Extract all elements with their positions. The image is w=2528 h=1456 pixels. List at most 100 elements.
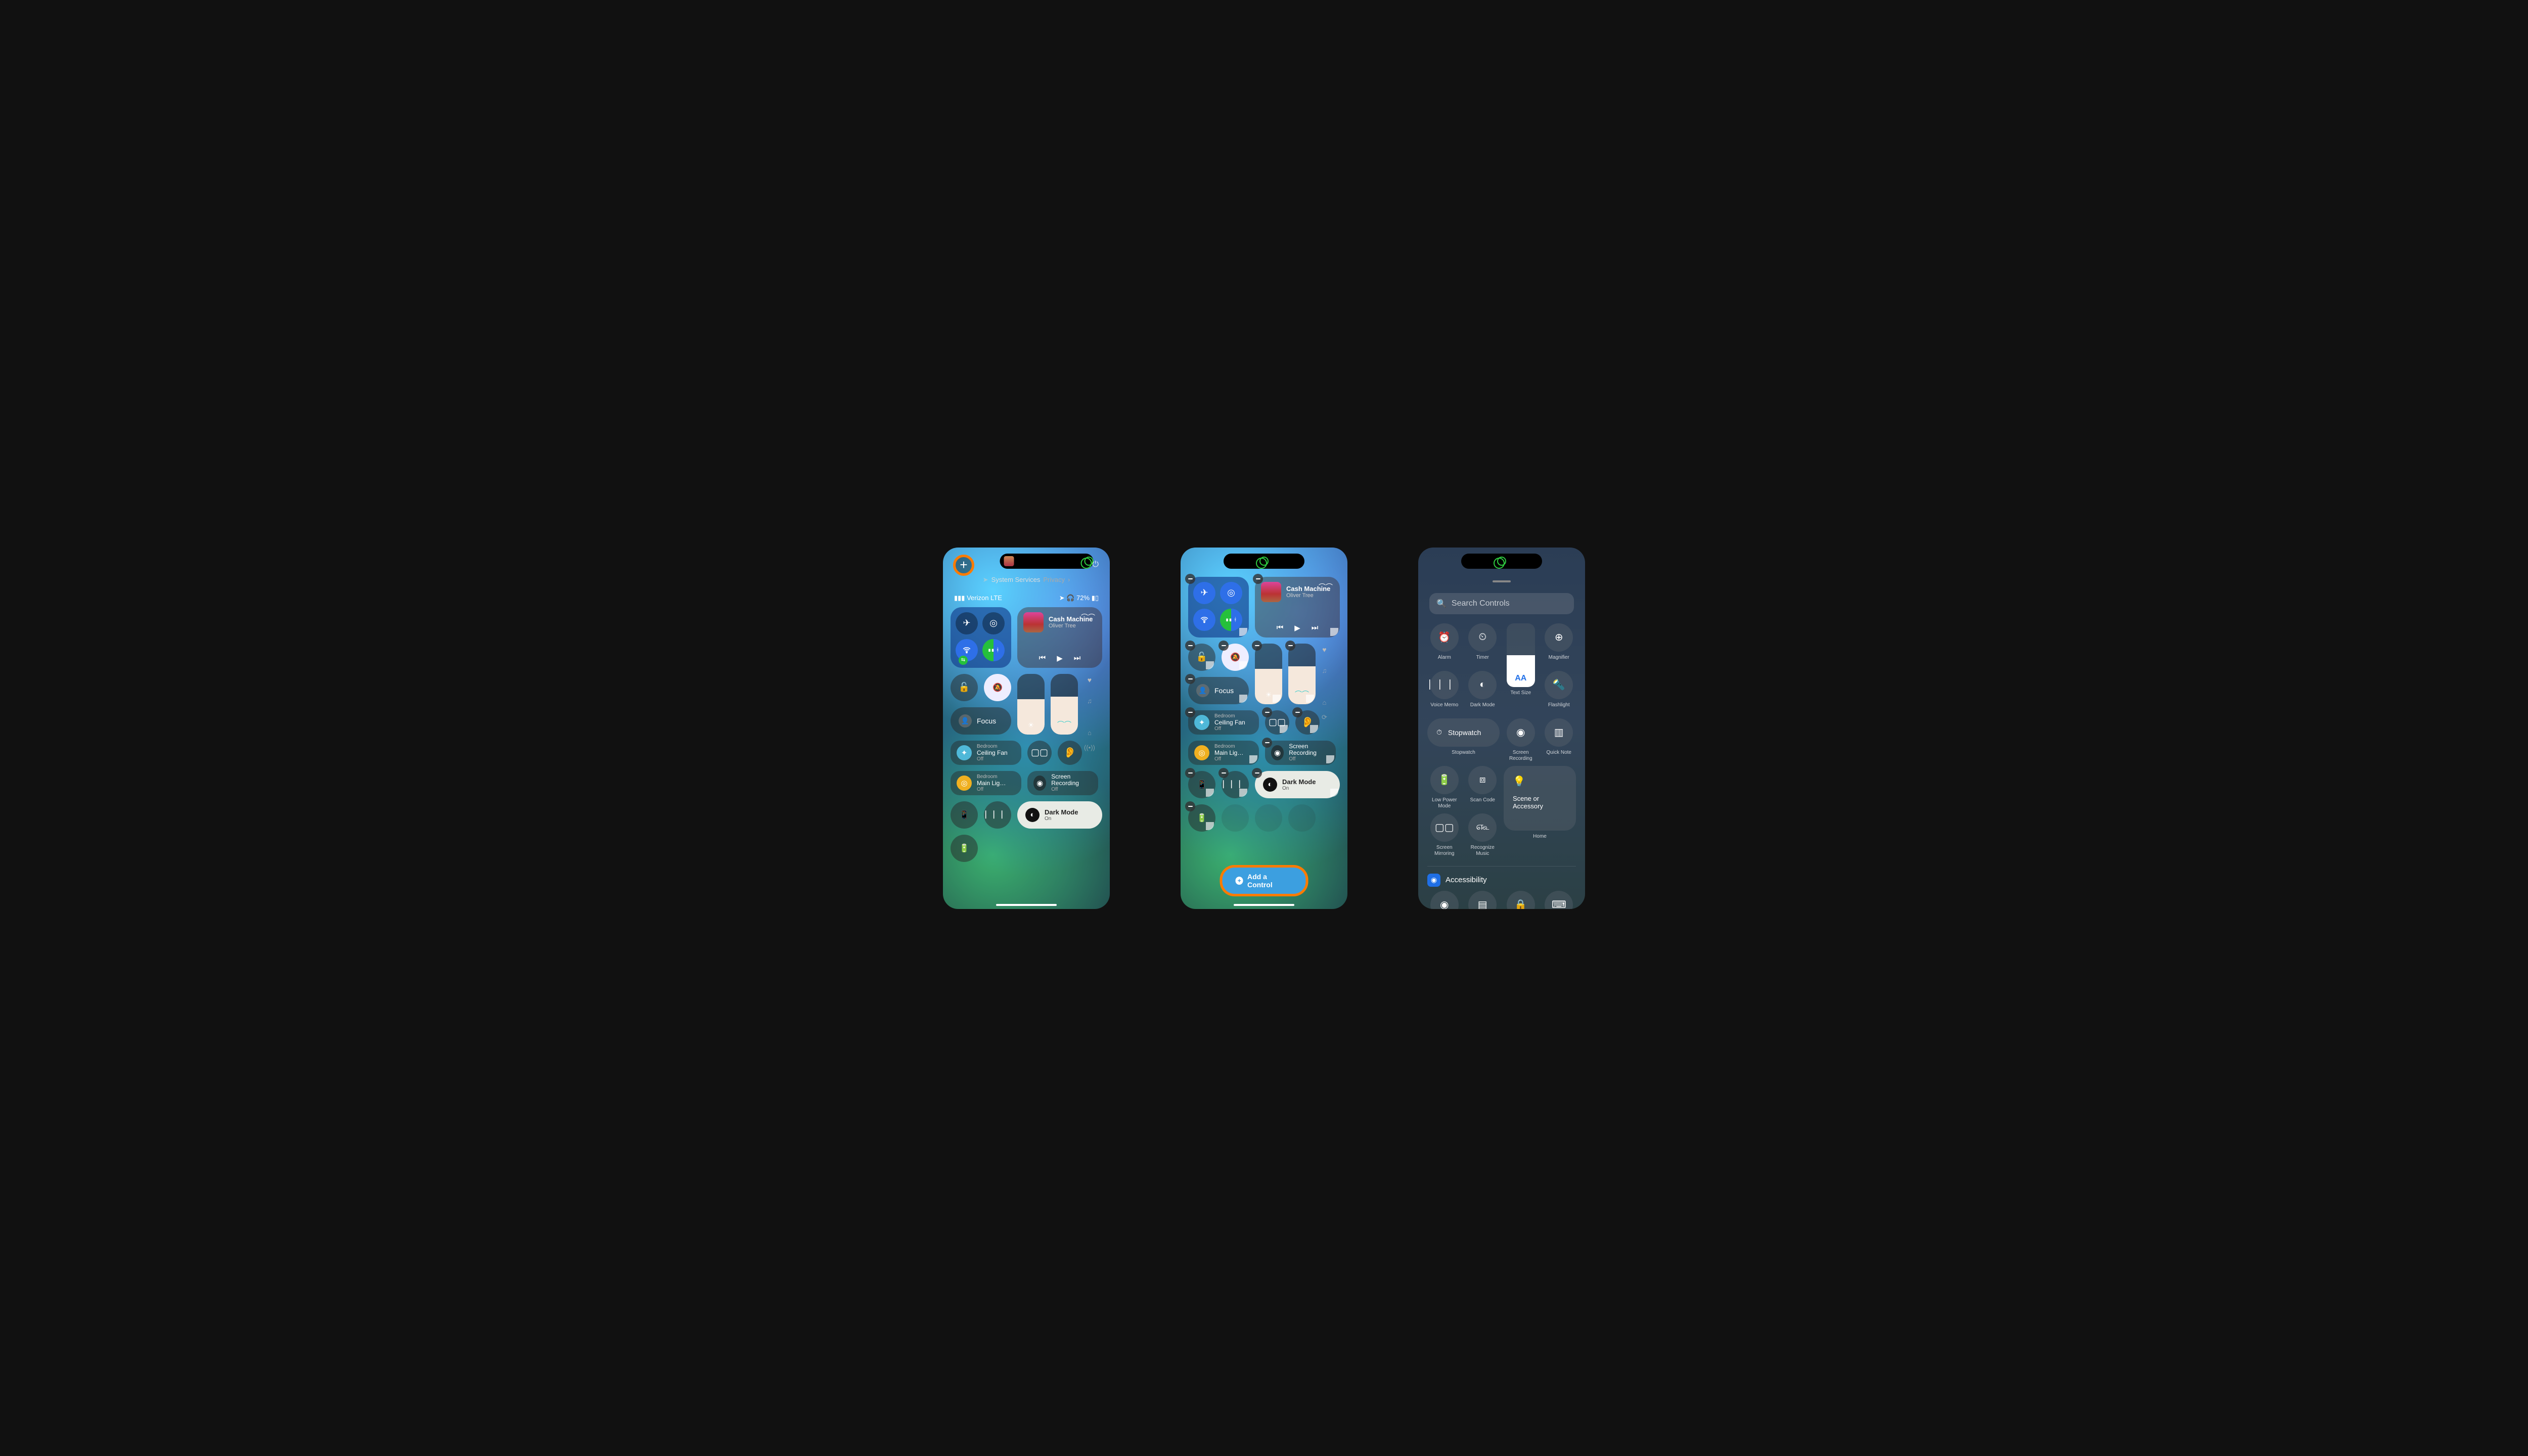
- resize-handle[interactable]: [1326, 755, 1334, 763]
- dynamic-island[interactable]: [1224, 554, 1304, 569]
- screen-mirroring-control[interactable]: ▢▢: [1430, 813, 1459, 842]
- resize-handle[interactable]: [1310, 725, 1318, 733]
- assistive-access-control[interactable]: ▤: [1468, 891, 1497, 909]
- device-label: Ceiling Fan: [977, 749, 1008, 756]
- alarm-control[interactable]: ⏰: [1430, 623, 1459, 652]
- resize-handle[interactable]: [1206, 661, 1214, 669]
- home-fan-card[interactable]: ✦ BedroomCeiling FanOff: [951, 741, 1021, 765]
- volume-slider[interactable]: ⌒⌒: [1288, 644, 1316, 704]
- accessibility-shortcuts-control[interactable]: ◉: [1430, 891, 1459, 909]
- next-track-button[interactable]: ⏭: [1074, 654, 1081, 663]
- prev-track-button[interactable]: ⏮: [1277, 623, 1284, 632]
- home-indicator[interactable]: [996, 904, 1057, 906]
- remove-lock-button[interactable]: [1185, 641, 1195, 651]
- remove-silent-button[interactable]: [1218, 641, 1229, 651]
- guided-access-control[interactable]: 🔒: [1507, 891, 1535, 909]
- remote-button[interactable]: 📱: [951, 801, 978, 829]
- screen-recording-control[interactable]: ◉: [1507, 718, 1535, 747]
- resize-handle[interactable]: [1249, 755, 1257, 763]
- magnifier-control[interactable]: ⊕: [1545, 623, 1573, 652]
- dark-mode-control[interactable]: ◐: [1468, 671, 1497, 699]
- airplane-mode-toggle[interactable]: ✈: [1193, 582, 1215, 604]
- home-fan-card[interactable]: ✦BedroomCeiling FanOff: [1188, 710, 1259, 735]
- timer-control[interactable]: ⏲: [1468, 623, 1497, 652]
- recognize-music-control[interactable]: ௷: [1468, 813, 1497, 842]
- remove-nowplaying-button[interactable]: [1253, 574, 1263, 584]
- airdrop-toggle[interactable]: ◎: [1220, 582, 1242, 604]
- dark-mode-toggle[interactable]: ◐ Dark ModeOn: [1255, 771, 1340, 798]
- text-size-control[interactable]: AA: [1507, 623, 1535, 687]
- airdrop-toggle[interactable]: ◎: [982, 612, 1005, 634]
- empty-slot[interactable]: [1255, 804, 1282, 832]
- resize-handle[interactable]: [1280, 725, 1288, 733]
- remove-lowpower-button[interactable]: [1185, 801, 1195, 811]
- live-speech-control[interactable]: ⌨: [1545, 891, 1573, 909]
- remove-home-button[interactable]: [1185, 707, 1195, 717]
- play-button[interactable]: ▶: [1057, 654, 1063, 663]
- remove-brightness-button[interactable]: [1252, 641, 1262, 651]
- dynamic-island[interactable]: [1000, 554, 1093, 569]
- power-icon[interactable]: ⏻: [1092, 560, 1099, 569]
- remove-voicememo-button[interactable]: [1218, 768, 1229, 778]
- screen-recording-button[interactable]: ◉Screen RecordingOff: [1265, 741, 1336, 765]
- focus-button[interactable]: 👤 Focus: [951, 707, 1011, 735]
- cellular-bluetooth-toggle[interactable]: ▮▮ ᚼ: [1220, 609, 1242, 631]
- scene-accessory-control[interactable]: 💡 Scene or Accessory: [1504, 766, 1576, 831]
- next-track-button[interactable]: ⏭: [1312, 623, 1319, 632]
- screen-recording-button[interactable]: ◉ Screen RecordingOff: [1027, 771, 1098, 795]
- dynamic-island[interactable]: [1461, 554, 1542, 569]
- brightness-slider[interactable]: ☀: [1017, 674, 1045, 735]
- airplane-mode-toggle[interactable]: ✈: [956, 612, 978, 634]
- dark-mode-toggle[interactable]: ◐ Dark ModeOn: [1017, 801, 1102, 829]
- flashlight-control[interactable]: 🔦: [1545, 671, 1573, 699]
- stopwatch-control[interactable]: ⏱ Stopwatch: [1427, 718, 1500, 747]
- resize-handle[interactable]: [1239, 695, 1247, 703]
- connectivity-module[interactable]: ✈ ◎ ▮▮ ᚼ ⇆: [951, 607, 1011, 668]
- resize-handle[interactable]: [1206, 789, 1214, 797]
- home-light-card[interactable]: ◎ BedroomMain Lig…Off: [951, 771, 1021, 795]
- now-playing-module[interactable]: ⌒⌒ Cash Machine Oliver Tree ⏮ ▶ ⏭: [1255, 577, 1340, 638]
- privacy-indicator[interactable]: ➤ System Services Privacy ›: [943, 576, 1110, 584]
- empty-slot[interactable]: [1288, 804, 1316, 832]
- resize-handle[interactable]: [1239, 789, 1247, 797]
- now-playing-module[interactable]: ⌒⌒ Cash Machine Oliver Tree ⏮ ▶ ⏭: [1017, 607, 1102, 668]
- resize-handle[interactable]: [1239, 628, 1247, 636]
- focus-button[interactable]: 👤 Focus: [1188, 677, 1249, 704]
- remove-volume-button[interactable]: [1285, 641, 1295, 651]
- scan-code-control[interactable]: ⧈: [1468, 766, 1497, 794]
- hearing-button[interactable]: 👂: [1058, 741, 1082, 765]
- sheet-grabber[interactable]: [1493, 580, 1511, 582]
- remove-mirror-button[interactable]: [1262, 707, 1272, 717]
- remove-screenrec-button[interactable]: [1262, 738, 1272, 748]
- home-light-card[interactable]: ◎BedroomMain Lig…Off: [1188, 741, 1259, 765]
- wifi-toggle[interactable]: [1193, 609, 1215, 631]
- volume-slider[interactable]: ⌒⌒: [1051, 674, 1078, 735]
- play-button[interactable]: ▶: [1294, 623, 1300, 632]
- add-a-control-button[interactable]: + Add a Control: [1223, 868, 1306, 894]
- resize-handle[interactable]: [1206, 822, 1214, 830]
- silent-mode-toggle[interactable]: 🔕: [984, 674, 1011, 701]
- connectivity-module[interactable]: ✈ ◎ ▮▮ ᚼ: [1188, 577, 1249, 638]
- resize-handle[interactable]: [1330, 628, 1338, 636]
- empty-slot[interactable]: [1222, 804, 1249, 832]
- voice-memo-button[interactable]: ⎸⎸⎸: [984, 801, 1011, 829]
- low-power-button[interactable]: 🔋: [951, 835, 978, 862]
- home-indicator[interactable]: [1234, 904, 1294, 906]
- resize-handle[interactable]: [1330, 789, 1338, 797]
- remove-remote-button[interactable]: [1185, 768, 1195, 778]
- remove-hearing-button[interactable]: [1292, 707, 1302, 717]
- cellular-bluetooth-toggle[interactable]: ▮▮ ᚼ: [982, 639, 1005, 661]
- voice-memo-control[interactable]: ⎸⎸⎸: [1430, 671, 1459, 699]
- add-button[interactable]: +: [953, 555, 974, 576]
- brightness-slider[interactable]: ☀: [1255, 644, 1282, 704]
- quick-note-control[interactable]: ▥: [1545, 718, 1573, 747]
- orientation-lock-toggle[interactable]: 🔓: [951, 674, 978, 701]
- resize-handle[interactable]: [1239, 661, 1247, 669]
- prev-track-button[interactable]: ⏮: [1039, 654, 1046, 663]
- low-power-control[interactable]: 🔋: [1430, 766, 1459, 794]
- remove-connectivity-button[interactable]: [1185, 574, 1195, 584]
- remove-darkmode-button[interactable]: [1252, 768, 1262, 778]
- screen-mirroring-button[interactable]: ▢▢: [1027, 741, 1052, 765]
- remove-focus-button[interactable]: [1185, 674, 1195, 684]
- search-input[interactable]: 🔍 Search Controls: [1429, 593, 1574, 614]
